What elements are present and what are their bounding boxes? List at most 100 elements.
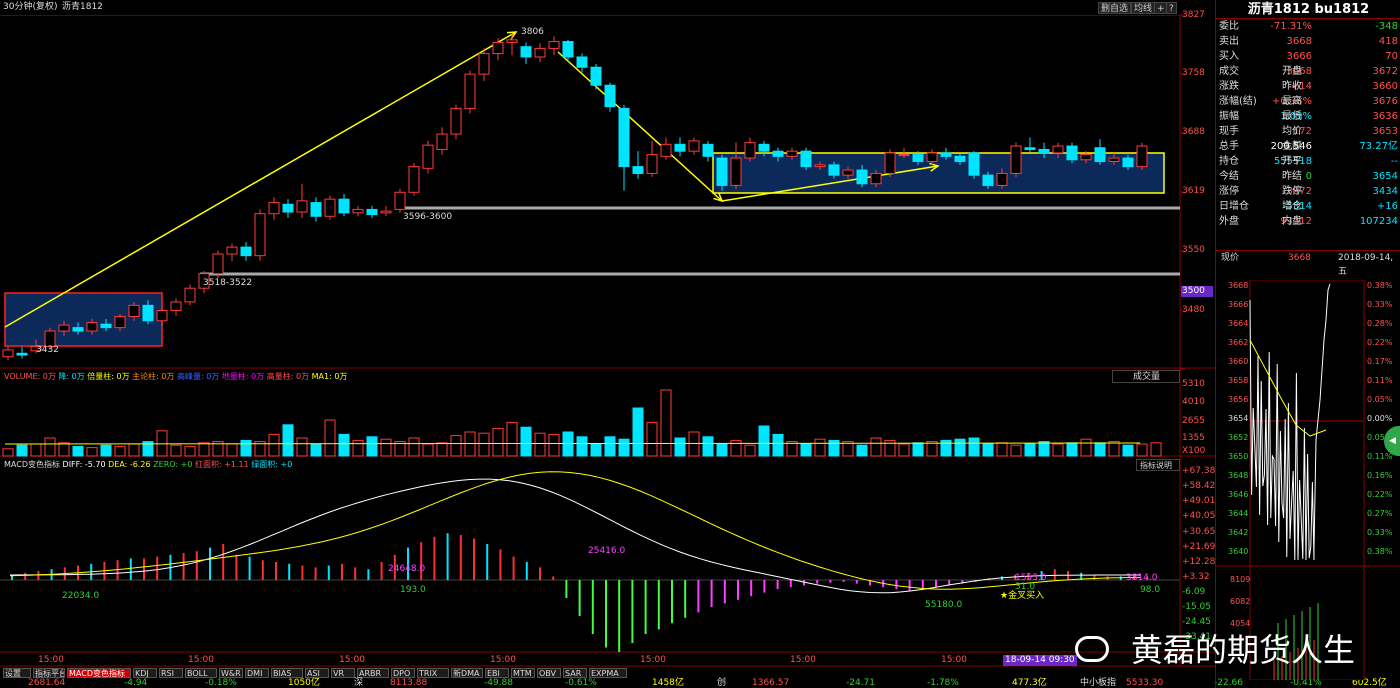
price-tick: 3758 [1182,68,1205,78]
candle [2,349,14,358]
price-tick: 3688 [1182,127,1205,137]
quote-label: 买入 [1219,51,1239,62]
quote-label: 成交 [1219,66,1239,77]
indicator-tab[interactable]: BIAS [271,668,303,678]
peak-label: 3806 [521,27,544,37]
candle [394,191,406,210]
candle [1052,145,1064,154]
volume-bar [520,426,532,457]
quote-row: 涨跌 +14 昨收 3660 [1216,79,1400,94]
candle [338,198,350,214]
candle [72,327,84,332]
intraday-price-tick: 3640 [1228,547,1249,556]
intraday-price-tick: 3666 [1228,300,1249,309]
time-tick: 15:00 [790,655,816,665]
volume-bar [310,443,322,457]
indicator-tab[interactable]: 指标平台 [33,668,65,678]
indicator-tab[interactable]: SAR [563,668,587,678]
volume-bar [380,438,392,457]
volume-bar [1038,441,1050,457]
candle [212,253,224,275]
indicator-tab[interactable]: KDJ [133,668,157,678]
volume-bar [646,421,658,457]
volume-indicator-dropdown[interactable]: 成交量 [1112,370,1180,383]
candle [758,143,770,152]
candle [954,155,966,162]
indicator-tab[interactable]: DPO [391,668,415,678]
volume-bar [604,436,616,457]
volume-bar [772,433,784,457]
candle [184,287,196,303]
macd-tick: +3.32 [1182,572,1210,582]
status-value: -49.88 [484,678,514,688]
candle [296,200,308,213]
consolidation-box [4,292,163,347]
volume-bar [968,437,980,457]
quote-value: 3653 [1372,126,1398,137]
quote-value: -- [1390,156,1398,167]
intraday-price-tick: 3660 [1228,357,1249,366]
time-tick: 15:00 [640,655,666,665]
quote-value: +16 [1376,201,1398,212]
candle [772,150,784,157]
indicator-tab[interactable]: ARBR [357,668,389,678]
candle [660,143,672,157]
candle [380,210,392,214]
status-value: 1366.57 [752,678,790,688]
macd-value-label: 22034.0 [62,591,100,601]
macd-tick: +67.38 [1182,466,1216,476]
indicator-tab[interactable]: W&R [219,668,243,678]
macd-tick: +40.05 [1182,511,1216,521]
macd-value-label: 55180.0 [925,600,963,610]
candle [856,169,868,185]
quote-value: -348 [1375,21,1398,32]
indicator-tab[interactable]: VR [331,668,355,678]
candle [996,172,1008,186]
volume-bar [282,424,294,457]
macd-value-label: 193.0 [400,585,426,595]
indicator-tab[interactable]: RSI [159,668,183,678]
intraday-volume-tick: 6082 [1230,597,1251,606]
intraday-pct-tick: 0.38% [1367,281,1393,290]
candle [562,41,574,58]
quote-label: 开平 [1282,156,1302,167]
candle [940,152,952,157]
now-price-row: 现价 3668 2018-09-14,五 [1216,250,1400,277]
indicator-tab[interactable]: MTM [511,668,535,678]
volume-bar [450,435,462,457]
indicator-tab[interactable]: 新DMA [451,668,483,678]
status-value: 8113.88 [390,678,428,688]
candle [1122,157,1134,168]
volume-tick: X100 [1182,446,1206,456]
volume-item: 高峰量: 0万 [177,372,220,381]
volume-bar [632,407,644,457]
candle [142,304,154,322]
candle [240,246,252,257]
indicator-tab[interactable]: EXPMA [589,668,627,678]
volume-bar [2,448,14,457]
indicator-tab[interactable]: DMI [245,668,269,678]
candle [730,157,742,186]
intraday-price-tick: 3644 [1228,509,1249,518]
volume-item: 高量柱: 0万 [266,372,310,381]
candle [926,152,938,162]
price-tick: 3480 [1182,305,1205,315]
volume-bar [338,433,350,457]
volume-bar [982,443,994,457]
volume-item: 倍量柱: 0万 [87,372,130,381]
quote-value: -71.31% [1270,21,1312,32]
low-label: 3432 [36,345,59,355]
status-value: -0.61% [565,678,597,688]
indicator-tab[interactable]: BOLL [185,668,217,678]
candle [16,352,28,356]
volume-bar [688,431,700,457]
indicator-tab[interactable]: ASI [305,668,329,678]
indicator-tab[interactable]: EBI [485,668,509,678]
volume-bar [926,441,938,457]
indicator-tab[interactable]: TRIX [417,668,449,678]
indicator-tab[interactable]: MACD变色指标 [67,668,131,678]
indicator-tab[interactable]: OBV [537,668,561,678]
candle [408,166,420,193]
indicator-help-button[interactable]: 指标说明 [1136,459,1180,471]
indicator-tab[interactable]: 设置 [3,668,31,678]
